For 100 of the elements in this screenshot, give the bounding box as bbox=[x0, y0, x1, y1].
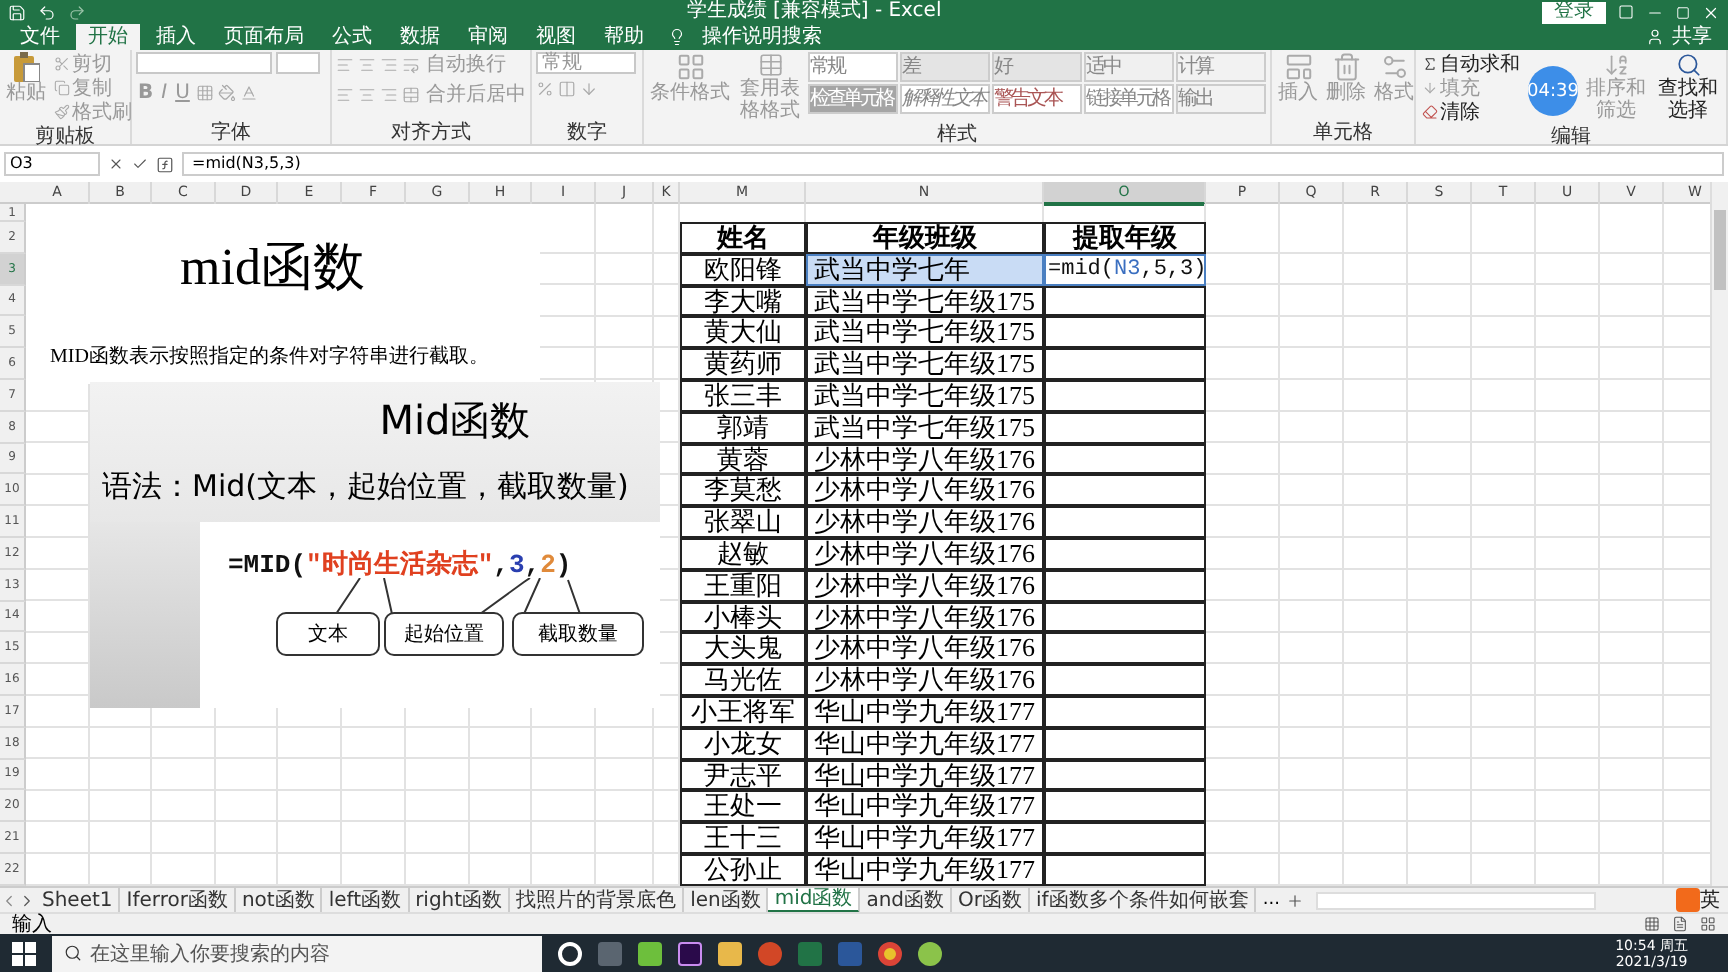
redo-icon bbox=[68, 3, 86, 21]
table-cell: 公孙止 bbox=[680, 853, 806, 886]
table-cell: 王处一 bbox=[680, 790, 806, 823]
previous-sheet-icon bbox=[0, 891, 18, 909]
menu-tab[interactable]: 插入 bbox=[144, 24, 208, 50]
table-cell: 武当中学七年级175 bbox=[806, 411, 1044, 444]
menu-tab[interactable]: 视图 bbox=[524, 24, 588, 50]
close-icon bbox=[1702, 3, 1720, 21]
share-button[interactable]: 共享 bbox=[1672, 24, 1712, 50]
table-cell: 尹志平 bbox=[680, 759, 806, 791]
table-cell: 武当中学七年级175 bbox=[806, 348, 1044, 380]
menu-tab[interactable]: 公式 bbox=[320, 24, 384, 50]
menu-tab[interactable]: 文件 bbox=[8, 24, 72, 50]
table-cell: 少林中学八年级176 bbox=[806, 664, 1044, 696]
more-sheets[interactable]: ... bbox=[1256, 890, 1286, 910]
table-cell: 小棒头 bbox=[680, 601, 806, 633]
table-cell: 王十三 bbox=[680, 822, 806, 854]
next-sheet-icon bbox=[18, 891, 36, 909]
align-center-icon bbox=[358, 85, 376, 103]
windows-logo-icon[interactable] bbox=[12, 941, 36, 965]
formula-example: =MID("时尚生活杂志",3,2) bbox=[228, 547, 572, 582]
table-cell: 武当中学七年 bbox=[806, 253, 1044, 286]
syntax-text: 语法：Mid(文本，起始位置，截取数量) bbox=[102, 468, 631, 506]
border-icon bbox=[195, 83, 214, 101]
menu-tab[interactable]: 页面布局 bbox=[212, 24, 316, 50]
layout-icon bbox=[1283, 52, 1313, 82]
table-icon bbox=[757, 52, 783, 78]
table-header: 姓名 bbox=[680, 222, 806, 254]
group-label: 样式 bbox=[935, 124, 979, 146]
formula-field[interactable]: =mid(N3,5,3) bbox=[182, 152, 1724, 176]
group-label: 数字 bbox=[565, 122, 609, 144]
font-color-icon bbox=[239, 83, 258, 101]
paintbrush-icon bbox=[54, 104, 70, 120]
trash-icon bbox=[1331, 52, 1361, 82]
callout: 截取数量 bbox=[512, 612, 644, 656]
table-cell: 黄大仙 bbox=[680, 316, 806, 349]
table-cell: 李大嘴 bbox=[680, 285, 806, 317]
grid-icon bbox=[675, 52, 705, 82]
add-sheet-icon bbox=[1285, 891, 1304, 909]
table-cell: 黄药师 bbox=[680, 348, 806, 380]
callout: 起始位置 bbox=[384, 612, 504, 656]
cell-editor[interactable]: =mid(N3,5,3) bbox=[1044, 253, 1206, 286]
table-cell: 华山中学九年级177 bbox=[806, 727, 1044, 760]
down-arrow-icon bbox=[1422, 80, 1438, 96]
table-cell: 郭靖 bbox=[680, 411, 806, 444]
normal-view-icon bbox=[1644, 916, 1660, 932]
table-cell: 李莫愁 bbox=[680, 474, 806, 507]
table-cell: 少林中学八年级176 bbox=[806, 632, 1044, 665]
table-cell: 武当中学七年级175 bbox=[806, 285, 1044, 317]
table-header: 提取年级 bbox=[1044, 222, 1206, 254]
table-cell: 华山中学九年级177 bbox=[806, 695, 1044, 728]
copy-icon bbox=[54, 80, 70, 96]
input-language[interactable]: 英 bbox=[1700, 886, 1720, 914]
cancel-icon bbox=[108, 156, 124, 172]
tell-me-search[interactable]: 操作说明搜索 bbox=[702, 24, 822, 50]
table-cell: 张三丰 bbox=[680, 379, 806, 412]
page-break-icon bbox=[1700, 916, 1716, 932]
table-cell: 武当中学七年级175 bbox=[806, 379, 1044, 412]
app-icon[interactable] bbox=[918, 941, 942, 965]
table-cell: 少林中学八年级176 bbox=[806, 474, 1044, 507]
align-left-icon bbox=[336, 85, 354, 103]
table-cell: 大头鬼 bbox=[680, 632, 806, 665]
table-cell: 王重阳 bbox=[680, 569, 806, 602]
table-cell: 马光佐 bbox=[680, 664, 806, 696]
scrollbar[interactable] bbox=[1710, 182, 1728, 886]
scissors-icon bbox=[54, 56, 70, 72]
status-text: 输入 bbox=[12, 913, 52, 935]
taskbar-search[interactable]: 在这里输入你要搜索的内容 bbox=[52, 935, 542, 971]
menu-tab[interactable]: 数据 bbox=[388, 24, 452, 50]
table-cell: 少林中学八年级176 bbox=[806, 537, 1044, 570]
table-cell: 华山中学九年级177 bbox=[806, 853, 1044, 886]
browser-icon[interactable] bbox=[878, 941, 902, 965]
undo-icon bbox=[38, 3, 56, 21]
table-header: 年级班级 bbox=[806, 222, 1044, 254]
app-icon[interactable] bbox=[758, 941, 782, 965]
sort-icon bbox=[1603, 52, 1629, 78]
menu-tab[interactable]: 开始 bbox=[76, 24, 140, 50]
slide-title: Mid函数 bbox=[379, 394, 531, 448]
table-cell: 少林中学八年级176 bbox=[806, 569, 1044, 602]
app-icon[interactable] bbox=[678, 941, 702, 965]
menu-tab[interactable]: 帮助 bbox=[592, 24, 656, 50]
folder-icon[interactable] bbox=[718, 941, 742, 965]
sheet-tab[interactable]: mid函数 bbox=[768, 887, 861, 913]
page-layout-icon bbox=[1672, 916, 1688, 932]
horizontal-scrollbar[interactable] bbox=[1315, 891, 1596, 909]
group-label: 剪贴板 bbox=[33, 126, 97, 148]
group-label: 对齐方式 bbox=[389, 122, 473, 144]
app-icon[interactable] bbox=[638, 941, 662, 965]
name-box[interactable]: O3 bbox=[4, 152, 100, 176]
search-icon bbox=[64, 944, 82, 962]
menu-tab[interactable]: 审阅 bbox=[456, 24, 520, 50]
input-method-icon[interactable] bbox=[1676, 888, 1700, 912]
table-cell: 华山中学九年级177 bbox=[806, 822, 1044, 854]
enter-icon bbox=[132, 156, 148, 172]
function-icon bbox=[156, 155, 174, 173]
merge-icon bbox=[402, 85, 420, 103]
heading: mid函数 bbox=[180, 236, 367, 300]
ring-icon[interactable] bbox=[558, 941, 582, 965]
callout: 文本 bbox=[276, 612, 380, 656]
group-label: 编辑 bbox=[1549, 126, 1593, 148]
